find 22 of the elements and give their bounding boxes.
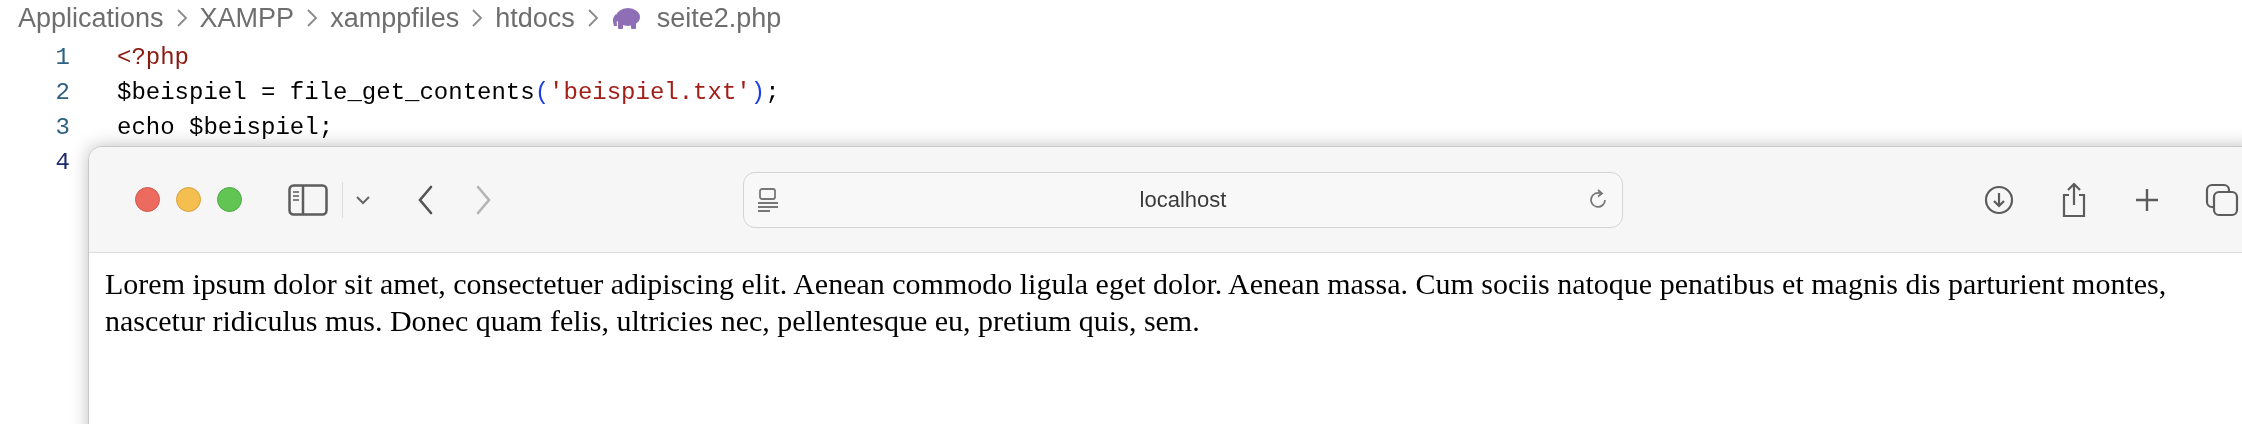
folder-crumb[interactable]: XAMPP xyxy=(199,0,295,39)
line-number: 4 xyxy=(54,148,70,178)
reader-icon[interactable] xyxy=(756,186,780,213)
folder-crumb[interactable]: xamppfiles xyxy=(330,0,460,39)
tabs-overview-icon[interactable] xyxy=(2205,182,2239,217)
line-number: 1 xyxy=(54,43,70,73)
caret-icon[interactable] xyxy=(355,194,371,205)
folder-crumb[interactable]: Applications xyxy=(18,0,164,39)
code-line: <?php xyxy=(117,43,189,73)
line-number: 2 xyxy=(54,78,70,108)
folder-crumb[interactable]: htdocs xyxy=(495,0,575,39)
code-line: echo $beispiel; xyxy=(117,113,334,143)
back-button[interactable] xyxy=(417,184,435,215)
file-crumb[interactable]: seite2.php xyxy=(656,0,782,39)
address-bar[interactable]: localhost xyxy=(743,171,1623,228)
close-button[interactable] xyxy=(135,187,160,212)
code-line: $beispiel = file_get_contents('beispiel.txt'); xyxy=(117,78,780,108)
sidebar-icon[interactable] xyxy=(288,183,328,216)
page-paragraph: Lorem ipsum dolor sit amet, consectetuer adipiscing elit. Aenean commodo ligula eget dolor. Aenean massa. Cum sociis natoque penatibus et magnis dis parturient montes, nascetur ridiculus mus. Donec quam felis, ultricies nec, pellentesque eu, pretium quis, sem. xyxy=(104,266,2168,339)
url-text: localhost xyxy=(1138,186,1228,214)
download-icon[interactable] xyxy=(1983,183,2015,216)
line-number: 3 xyxy=(54,113,70,143)
